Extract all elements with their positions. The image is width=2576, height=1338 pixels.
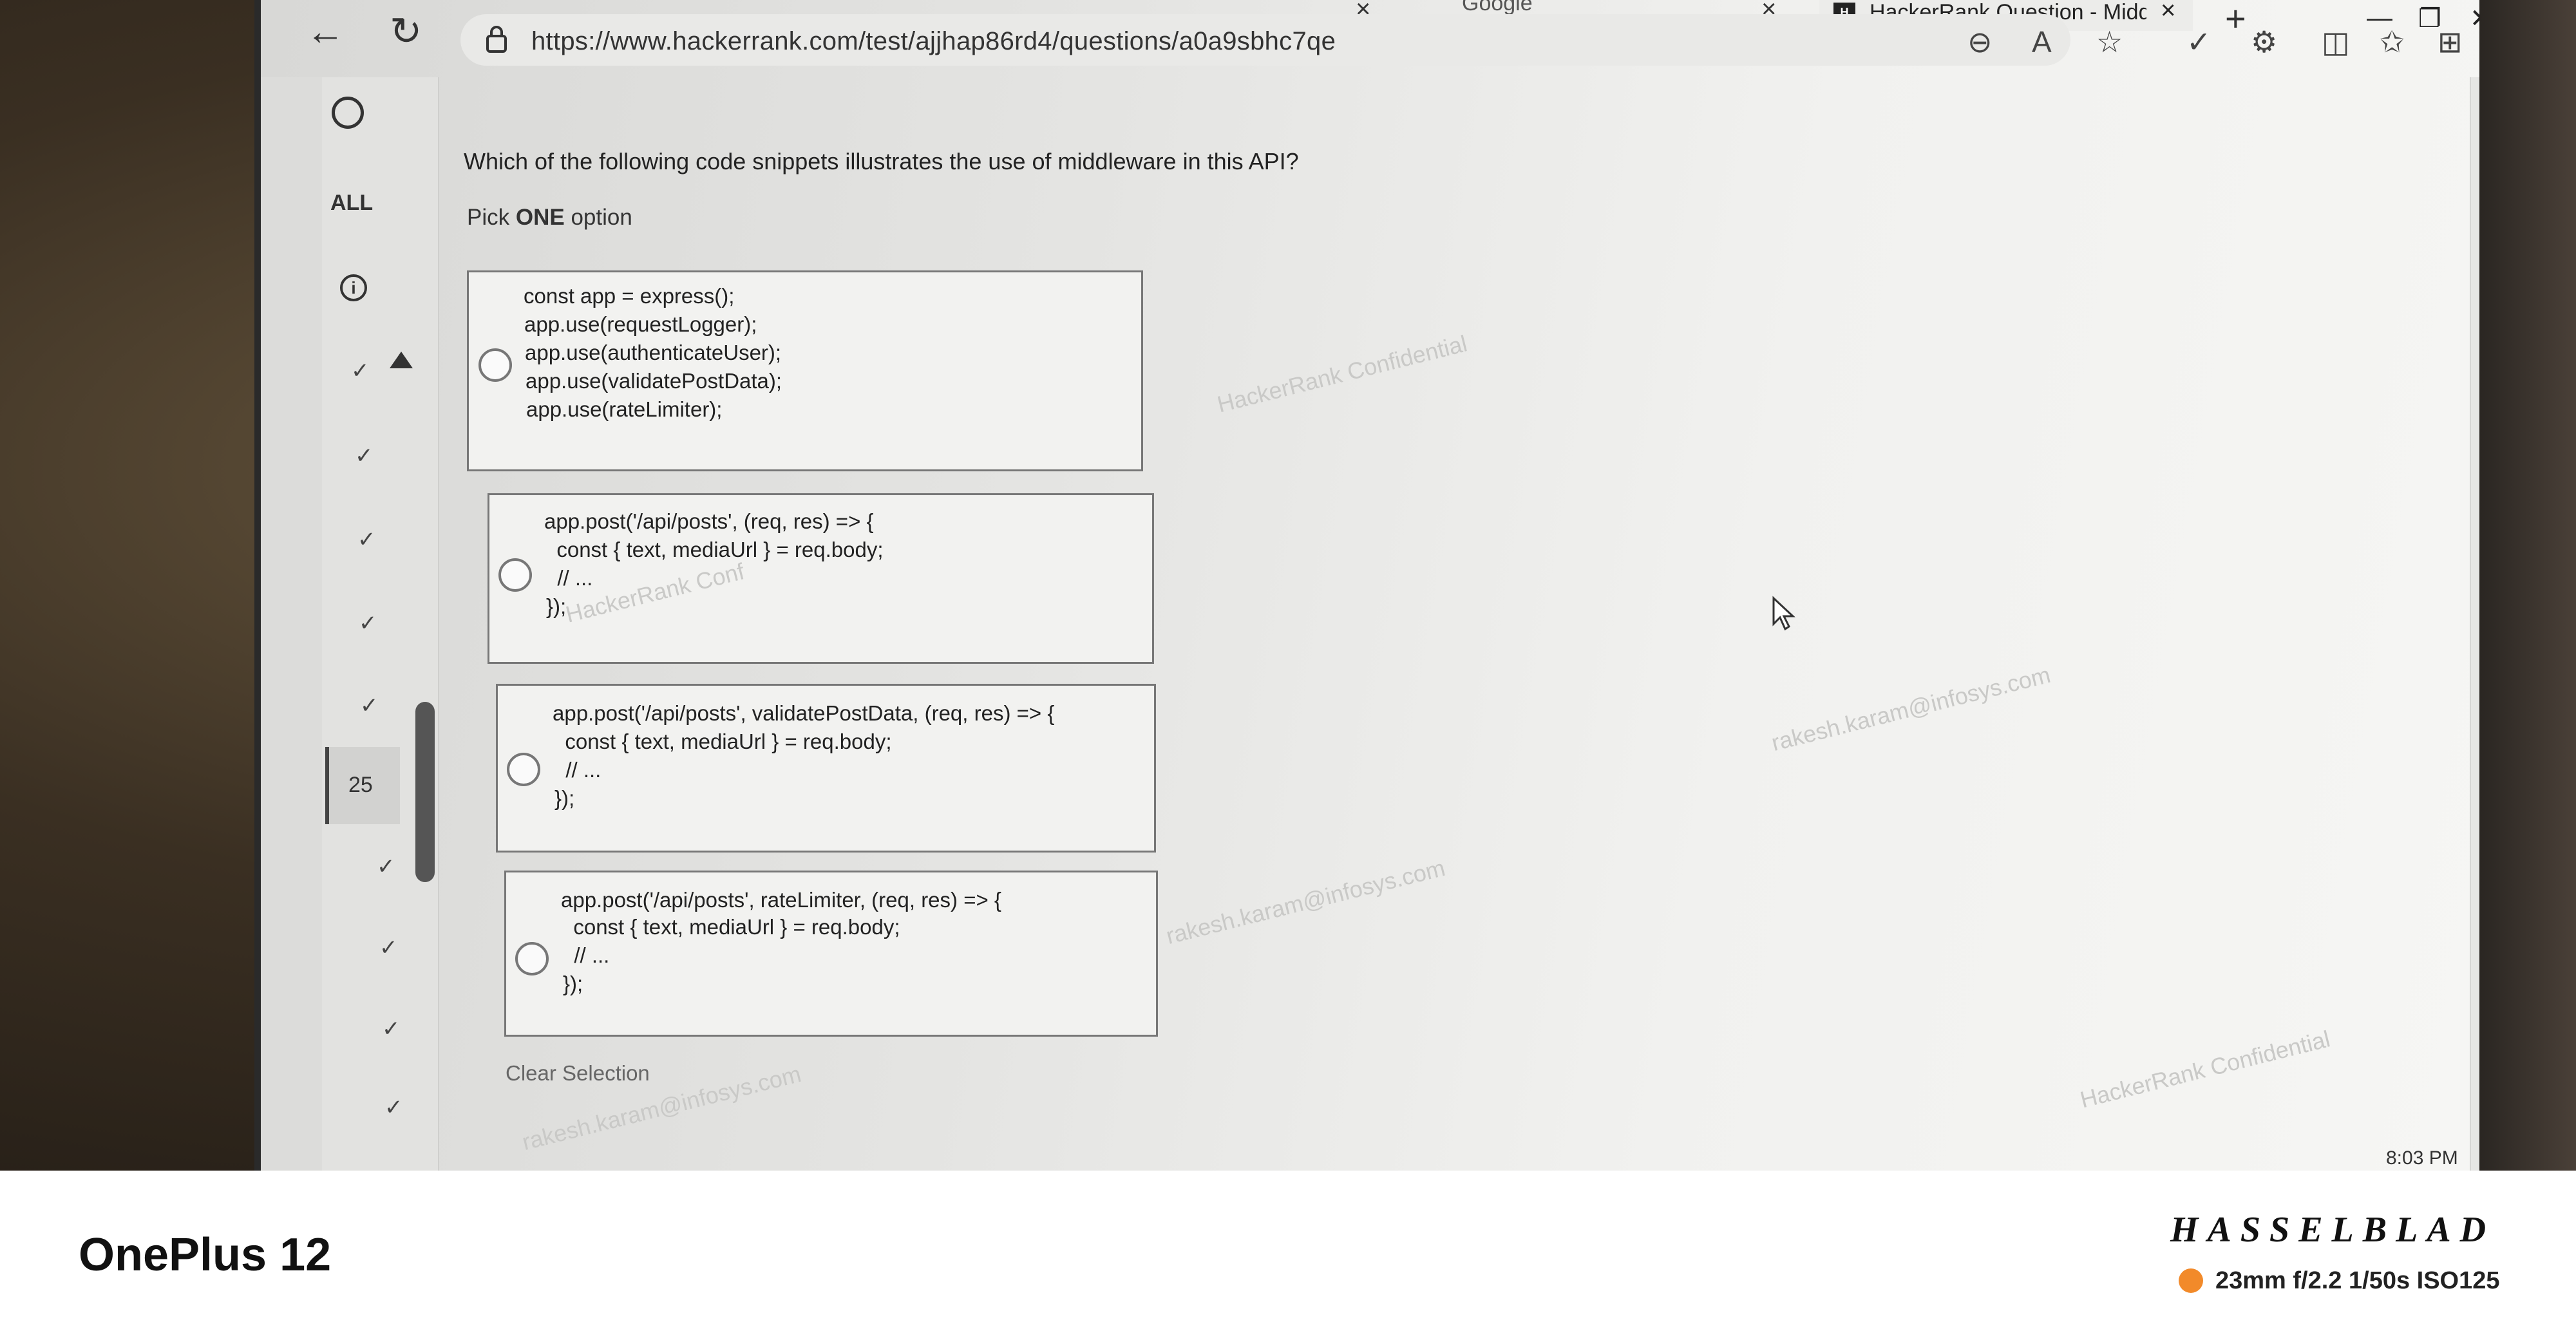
tab-close-icon[interactable]: × [2161, 0, 2175, 25]
zoom-icon[interactable]: ⊖ [1967, 24, 1993, 59]
option-4-line: // ... [562, 943, 610, 967]
read-aloud-icon[interactable]: A [2032, 24, 2052, 59]
lens-indicator-dot [2179, 1268, 2203, 1293]
photo-background: × Google × H HackerRank Question - Middl… [0, 0, 2576, 1171]
extensions-icon[interactable]: ⚙ [2251, 24, 2277, 59]
pick-suffix: option [564, 205, 632, 230]
answered-check-icon[interactable]: ✓ [377, 854, 395, 880]
favorites-icon[interactable]: ✩ [2380, 24, 2405, 59]
option-4-line: app.post('/api/posts', rateLimiter, (req… [561, 888, 1001, 912]
scroll-up-icon[interactable] [390, 352, 413, 368]
option-1-line: const app = express(); [524, 284, 735, 308]
watermark: rakesh.karam@infosys.com [1163, 854, 1448, 950]
taskbar-clock: 8:03 PM [2386, 1147, 2458, 1169]
answered-check-icon[interactable]: ✓ [382, 1016, 401, 1042]
info-icon[interactable]: i [340, 274, 367, 301]
pick-instruction: Pick ONE option [467, 205, 632, 231]
camera-brand: HASSELBLAD [2170, 1210, 2496, 1250]
option-2-line: }); [546, 594, 567, 618]
option-radio-2[interactable] [498, 558, 532, 592]
watermark: HackerRank Confidential [2077, 1025, 2333, 1113]
option-1-line: app.use(authenticateUser); [525, 341, 782, 364]
pick-prefix: Pick [467, 205, 516, 230]
question-text: Which of the following code snippets ill… [464, 148, 1299, 174]
collections-icon[interactable]: ⊞ [2438, 24, 2463, 59]
lens-info: 23mm f/2.2 1/50s ISO125 [2215, 1267, 2500, 1294]
option-3-line: // ... [554, 758, 601, 782]
option-3-line: }); [554, 786, 575, 810]
option-card-4[interactable]: app.post('/api/posts', rateLimiter, (req… [504, 871, 1158, 1037]
back-icon[interactable]: ← [306, 9, 345, 53]
answered-check-icon[interactable]: ✓ [359, 610, 377, 636]
option-2-line: // ... [545, 566, 593, 590]
refresh-icon[interactable]: ↻ [390, 9, 422, 54]
clear-selection-link[interactable]: Clear Selection [506, 1061, 650, 1086]
address-bar[interactable]: https://www.hackerrank.com/test/ajjhap86… [460, 14, 2070, 66]
answered-check-icon[interactable]: ✓ [355, 443, 374, 469]
option-1-line: app.use(requestLogger); [524, 312, 757, 336]
answered-check-icon[interactable]: ✓ [384, 1095, 403, 1120]
option-card-2[interactable]: app.post('/api/posts', (req, res) => { c… [488, 493, 1154, 664]
option-2-line: app.post('/api/posts', (req, res) => { [544, 509, 874, 533]
answered-check-icon[interactable]: ✓ [379, 935, 398, 961]
answered-check-icon[interactable]: ✓ [360, 693, 379, 719]
split-screen-icon[interactable]: ◫ [2322, 24, 2349, 59]
laptop-bezel [2479, 0, 2576, 1171]
answered-check-icon[interactable]: ✓ [351, 358, 370, 384]
scrollbar-thumb[interactable] [415, 702, 435, 882]
option-1-line: app.use(rateLimiter); [526, 397, 723, 421]
option-4-line: const { text, mediaUrl } = req.body; [562, 915, 900, 939]
answered-check-icon[interactable]: ✓ [357, 527, 376, 552]
new-tab-button[interactable]: + [2225, 0, 2246, 39]
option-radio-1[interactable] [478, 348, 512, 382]
option-1-line: app.use(validatePostData); [526, 369, 782, 393]
camera-watermark-bar: OnePlus 12 HASSELBLAD 23mm f/2.2 1/50s I… [0, 1171, 2576, 1338]
option-3-line: const { text, mediaUrl } = req.body; [553, 730, 892, 753]
option-2-line: const { text, mediaUrl } = req.body; [545, 538, 884, 561]
option-card-3[interactable]: app.post('/api/posts', validatePostData,… [496, 684, 1156, 853]
lock-icon [486, 26, 507, 53]
nav-all[interactable]: ALL [330, 191, 373, 216]
question-navigator [322, 77, 439, 1171]
option-4-line: }); [563, 972, 583, 995]
favorite-icon[interactable]: ☆ [2096, 24, 2123, 59]
hackerrank-logo-icon[interactable] [332, 97, 364, 129]
device-name: OnePlus 12 [79, 1229, 332, 1281]
watermark: HackerRank Confidential [1214, 330, 1470, 418]
option-card-1[interactable]: const app = express(); app.use(requestLo… [467, 270, 1143, 471]
url-text: https://www.hackerrank.com/test/ajjhap86… [531, 27, 1336, 55]
browser-window: × Google × H HackerRank Question - Middl… [254, 0, 2502, 1171]
checkmark-extension-icon[interactable]: ✓ [2186, 24, 2211, 59]
option-3-line: app.post('/api/posts', validatePostData,… [553, 701, 1055, 725]
watermark: rakesh.karam@infosys.com [1768, 661, 2053, 757]
option-radio-3[interactable] [507, 753, 540, 786]
current-question-item[interactable]: 25 [325, 747, 400, 824]
current-question-number: 25 [348, 773, 373, 797]
option-radio-4[interactable] [515, 942, 549, 975]
pick-emphasis: ONE [515, 205, 565, 230]
cursor-icon [1772, 596, 1795, 631]
